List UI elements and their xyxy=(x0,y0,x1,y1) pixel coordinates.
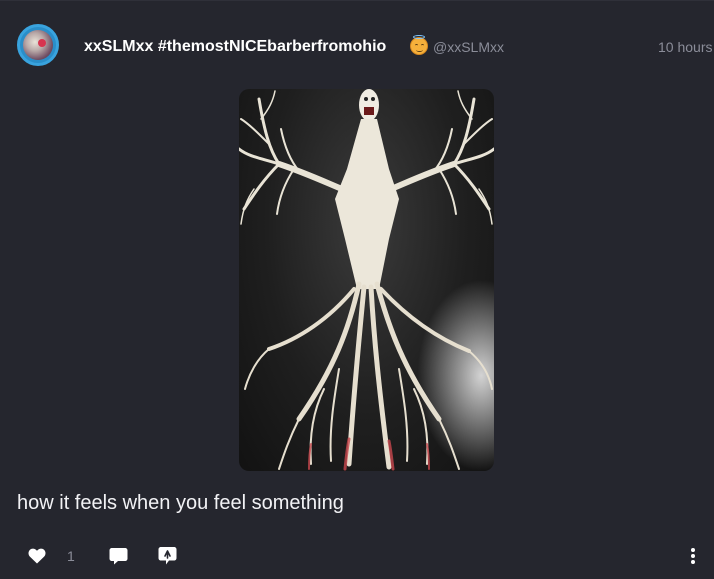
comment-button[interactable] xyxy=(109,546,128,566)
emoji-eye xyxy=(421,44,424,47)
like-heart-icon xyxy=(28,548,46,564)
avatar-detail xyxy=(38,39,46,47)
author-handle[interactable]: @xxSLMxx xyxy=(433,38,504,56)
post-text: how it feels when you feel something xyxy=(17,492,344,514)
author-avatar[interactable] xyxy=(17,24,59,66)
more-options-button[interactable] xyxy=(690,546,696,566)
like-button[interactable] xyxy=(28,546,46,566)
more-vertical-icon xyxy=(691,548,695,564)
tree-figure-illustration xyxy=(239,89,494,471)
post-card: xxSLMxx #themostNICEbarberfromohio @xxSL… xyxy=(0,0,714,579)
emoji-halo xyxy=(413,35,425,39)
emoji-eye xyxy=(415,44,418,47)
post-timestamp[interactable]: 10 hours xyxy=(658,38,712,56)
share-button[interactable] xyxy=(158,546,177,566)
emoji-mouth xyxy=(416,48,423,52)
share-icon xyxy=(158,547,177,565)
comment-bubble-icon xyxy=(109,548,128,565)
like-count: 1 xyxy=(67,548,75,564)
post-image[interactable] xyxy=(239,89,494,471)
author-display-name[interactable]: xxSLMxx #themostNICEbarberfromohio xyxy=(84,37,386,57)
halo-emoji-icon xyxy=(410,35,428,55)
